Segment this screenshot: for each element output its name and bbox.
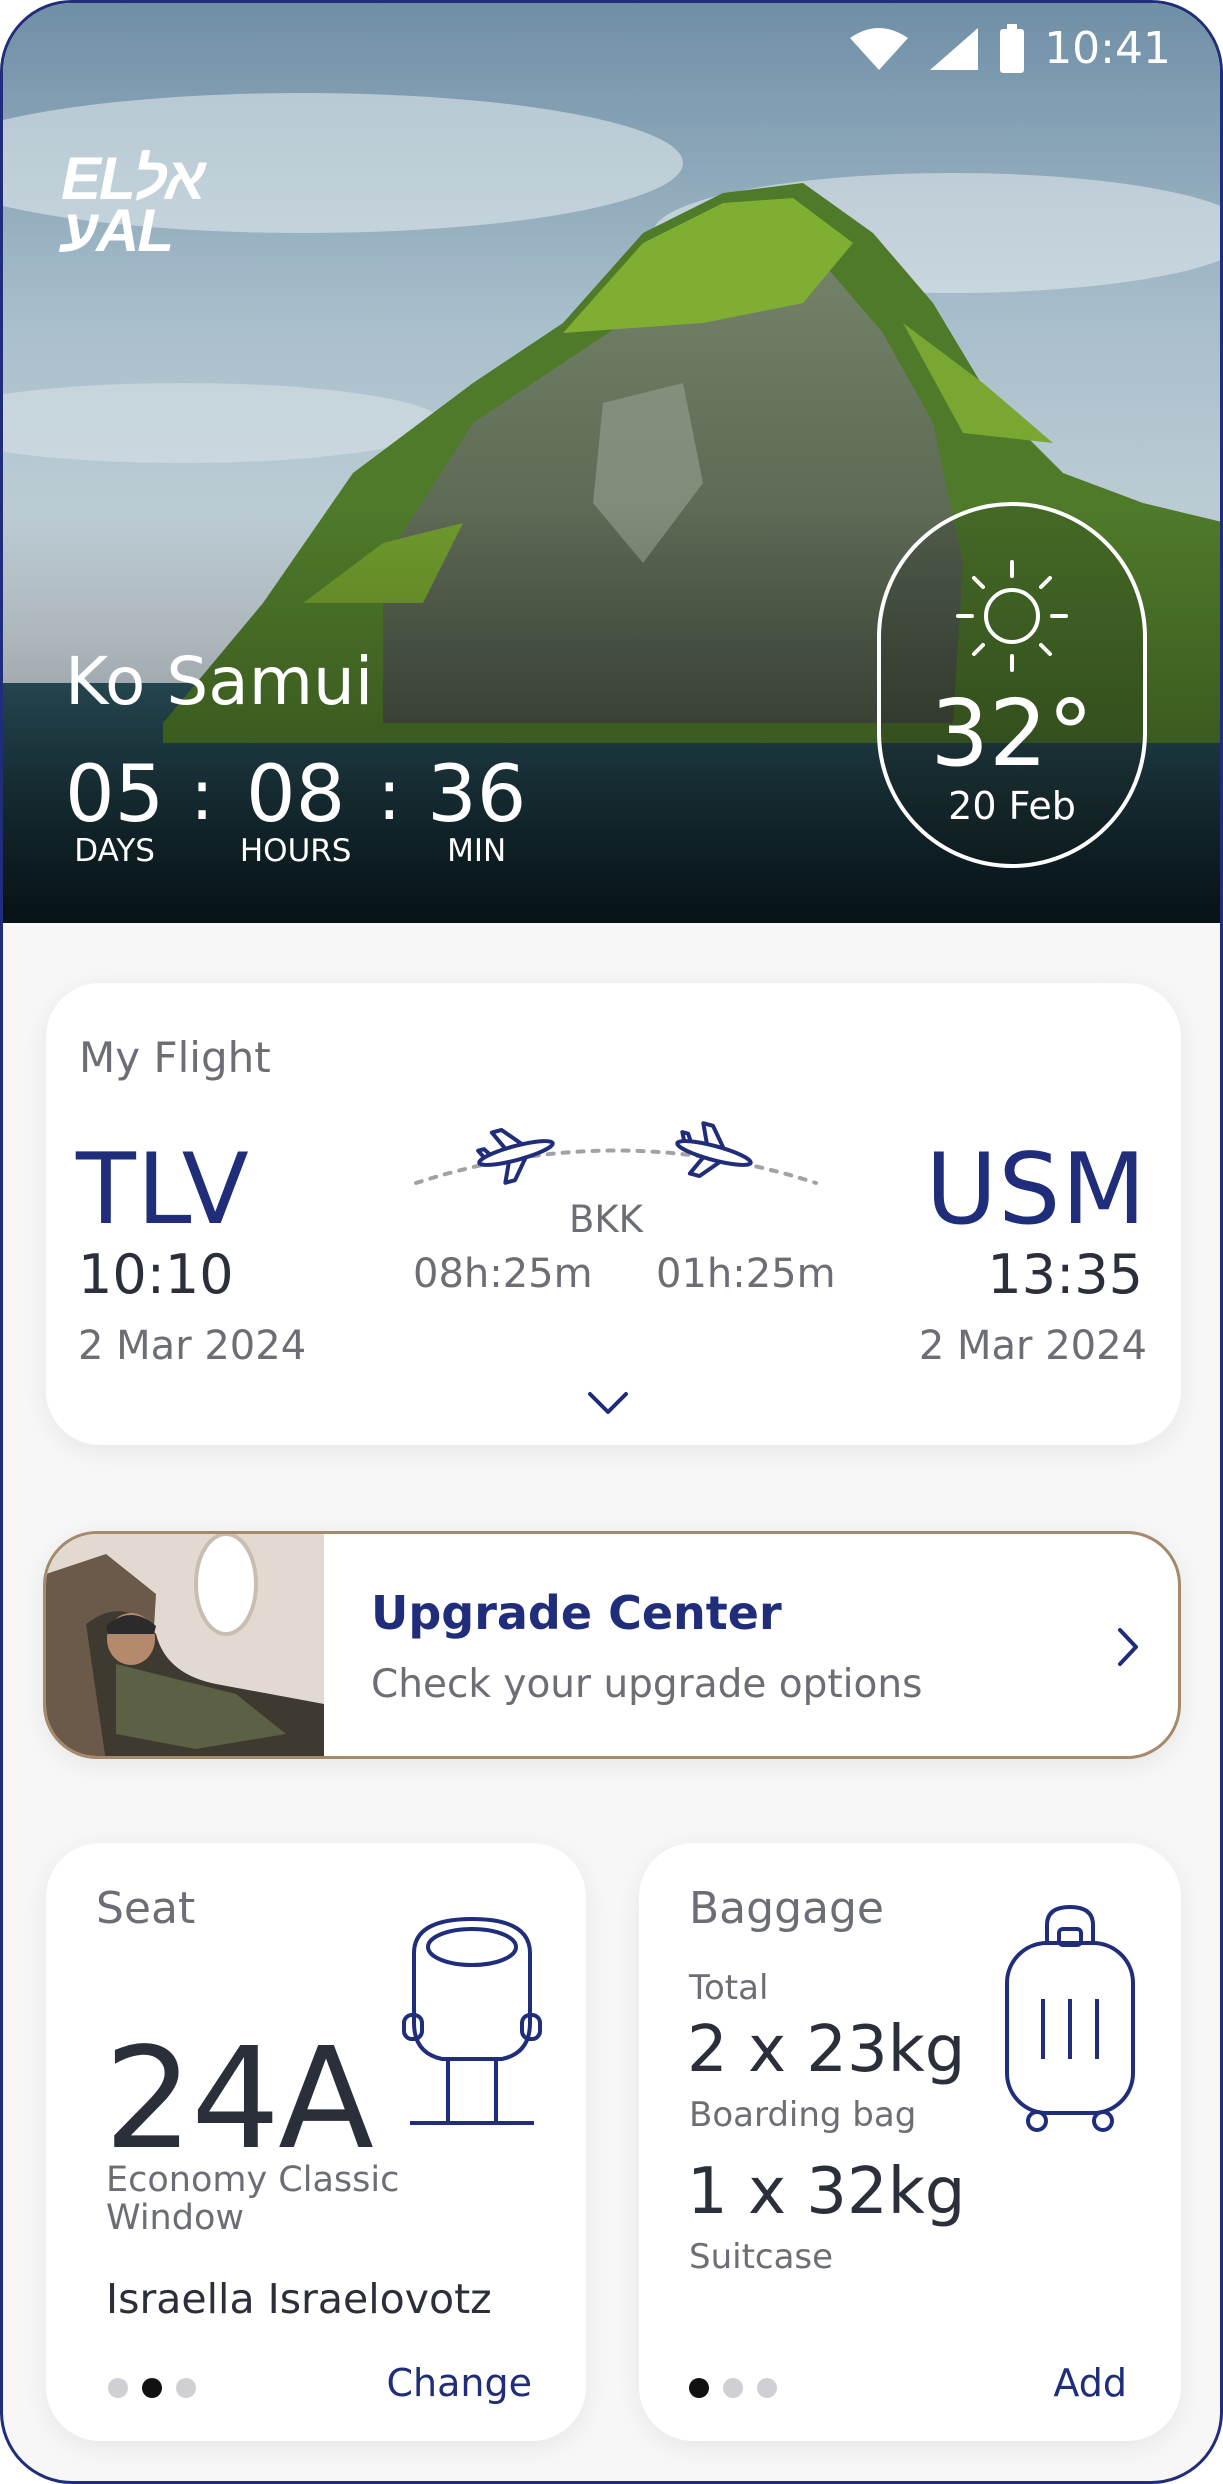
seat-position: Window [106,2198,245,2238]
weather-badge[interactable]: 32° 20 Feb [877,502,1147,868]
pager-dot-active[interactable] [142,2378,162,2398]
minutes-label: MIN [447,833,507,869]
baggage-pager-dots[interactable] [689,2378,777,2398]
status-time: 10:41 [1044,23,1171,74]
upgrade-subtitle: Check your upgrade options [371,1662,923,1707]
change-seat-button[interactable]: Change [387,2361,533,2405]
days-label: DAYS [74,833,155,869]
leg1-duration: 08h:25m [413,1251,593,1297]
add-baggage-button[interactable]: Add [1053,2361,1127,2405]
cabin-photo [46,1534,324,1756]
seat-icon [402,1917,542,2125]
countdown-hours: 08 HOURS [240,753,352,869]
hours-label: HOURS [239,833,352,869]
destination-code: USM [925,1133,1147,1247]
battery-icon [1000,23,1025,73]
destination-time: 13:35 [987,1243,1143,1306]
trip-countdown: 05 DAYS : 08 HOURS : 36 MIN [65,753,526,869]
flight-route-arc [414,1121,818,1185]
seat-title: Seat [96,1883,196,1934]
chevron-down-icon[interactable] [586,1388,630,1418]
seat-card[interactable]: Seat 24A Economy Classic Window Israella… [46,1843,586,2441]
weather-date: 20 Feb [948,784,1076,828]
upgrade-center-banner[interactable]: Upgrade Center Check your upgrade option… [43,1531,1181,1759]
origin-date: 2 Mar 2024 [78,1323,307,1369]
origin-code: TLV [76,1133,250,1247]
baggage-card[interactable]: Baggage Total 2 x 23kg Boarding bag 1 x … [639,1843,1181,2441]
seat-number: 24A [104,2018,374,2181]
suitcase-icon [1005,1905,1135,2132]
pager-dot[interactable] [108,2378,128,2398]
destination-name: Ko Samui [65,643,374,720]
upgrade-title: Upgrade Center [371,1586,782,1640]
pager-dot[interactable] [723,2378,743,2398]
my-flight-card[interactable]: My Flight TLV 10:10 2 Mar 2024 USM 13:35… [46,983,1181,1445]
pager-dot[interactable] [176,2378,196,2398]
minutes-value: 36 [427,750,527,840]
baggage-type: Suitcase [689,2237,834,2277]
baggage-type: Boarding bag [689,2095,917,2135]
origin-time: 10:10 [78,1243,234,1306]
elal-logo: ELאל עAL [61,149,206,264]
chevron-right-icon[interactable] [1114,1624,1142,1670]
baggage-quantity: 1 x 32kg [687,2155,966,2229]
destination-date: 2 Mar 2024 [918,1323,1147,1369]
stopover-code: BKK [569,1198,643,1241]
pager-dot-active[interactable] [689,2378,709,2398]
countdown-minutes: 36 MIN [427,753,526,869]
status-bar: 10:41 [848,23,1171,74]
leg2-duration: 01h:25m [656,1251,836,1297]
seat-pager-dots[interactable] [108,2378,196,2398]
phone-screen: 10:41 ELאל עAL Ko Samui 05 DAYS : 08 HOU… [0,0,1223,2484]
baggage-total-label: Total [689,1968,769,2008]
pager-dot[interactable] [757,2378,777,2398]
days-value: 05 [65,750,165,840]
seat-class-line: Economy Classic [106,2160,400,2200]
destination-hero: 10:41 ELאל עAL Ko Samui 05 DAYS : 08 HOU… [3,3,1220,923]
wifi-icon [850,27,909,70]
countdown-separator: : [377,754,402,836]
logo-line-2: עAL [61,197,174,264]
sun-icon [956,560,1068,672]
hours-value: 08 [246,750,346,840]
baggage-title: Baggage [689,1883,884,1934]
passenger-name: Israella Israelovotz [106,2275,492,2323]
signal-icon [930,27,979,70]
countdown-separator: : [190,754,214,836]
baggage-quantity: 2 x 23kg [687,2013,966,2087]
temperature: 32° [930,680,1094,787]
seat-class: Economy Classic Window [106,2161,446,2237]
countdown-days: 05 DAYS [65,753,164,869]
card-title: My Flight [79,1033,271,1082]
